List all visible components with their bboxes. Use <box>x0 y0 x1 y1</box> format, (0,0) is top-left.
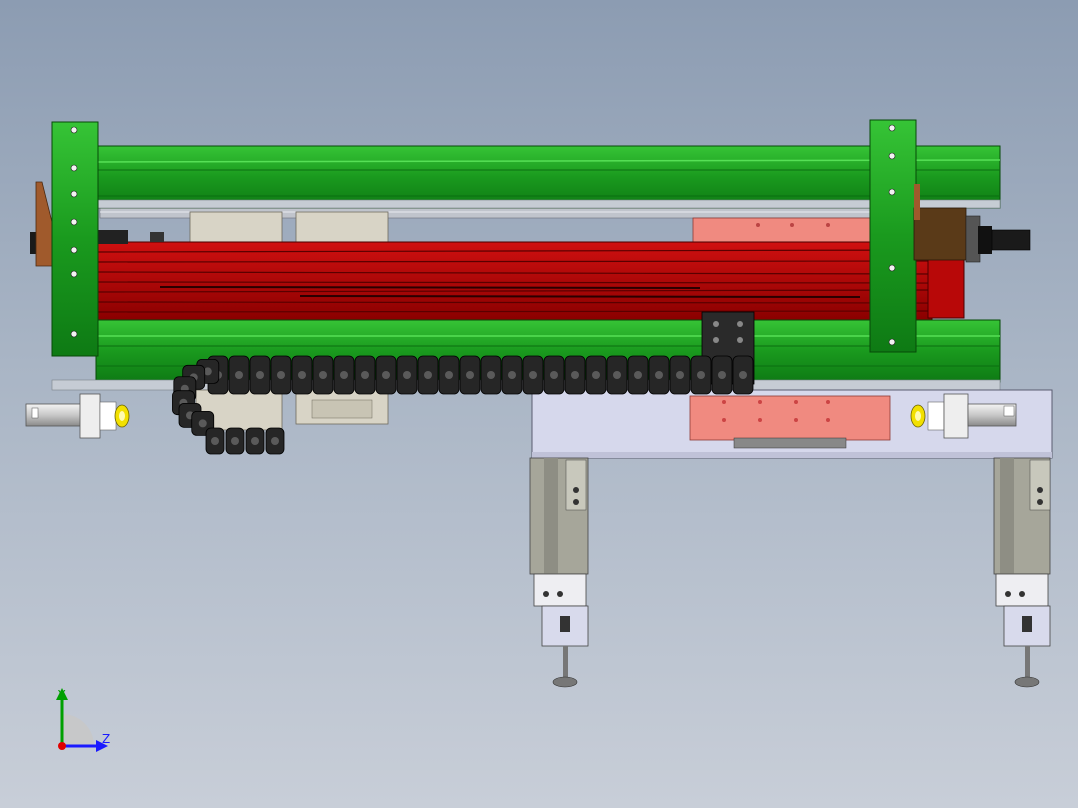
chain-link-pin <box>508 371 516 379</box>
chain-link-pin <box>529 371 537 379</box>
chain-link-pin <box>676 371 684 379</box>
left-end-plate <box>51 121 99 357</box>
chain-link-pin <box>445 371 453 379</box>
chain-link-pin <box>271 437 279 445</box>
chain-link-pin <box>231 437 239 445</box>
chain-link-pin <box>340 371 348 379</box>
pneumatic-cylinder <box>95 241 965 321</box>
right-end-plate <box>869 119 917 353</box>
chain-link-pin <box>487 371 495 379</box>
left-vertical-guide <box>529 457 589 688</box>
x-axis-origin <box>58 742 66 750</box>
chain-link-pin <box>718 371 726 379</box>
chain-link-pin <box>298 371 306 379</box>
assembly-model[interactable] <box>0 0 1078 808</box>
chain-link-pin <box>697 371 705 379</box>
chain-link-pin <box>655 371 663 379</box>
chain-link-pin <box>256 371 264 379</box>
chain-link-pin <box>211 437 219 445</box>
left-mount-bracket <box>35 181 53 267</box>
chain-link-pin <box>319 371 327 379</box>
chain-link-pin <box>403 371 411 379</box>
y-axis-label: Y <box>58 688 66 702</box>
chain-link-pin <box>251 437 259 445</box>
z-axis-label: Z <box>102 732 111 746</box>
chain-link-pin <box>634 371 642 379</box>
chain-link-pin <box>424 371 432 379</box>
chain-link-pin <box>550 371 558 379</box>
chain-link-pin <box>198 419 207 428</box>
left-guide-rod <box>25 393 130 439</box>
lower-slider-block <box>689 395 891 449</box>
chain-link-pin <box>277 371 285 379</box>
chain-link-pin <box>592 371 600 379</box>
chain-link-pin <box>361 371 369 379</box>
chain-link-pin <box>466 371 474 379</box>
chain-link-pin <box>571 371 579 379</box>
chain-link-pin <box>739 371 747 379</box>
lower-bearing-blocks <box>195 389 389 431</box>
chain-link-pin <box>235 371 243 379</box>
cad-viewport[interactable]: Y Z <box>0 0 1078 808</box>
chain-link-pin <box>613 371 621 379</box>
right-vertical-guide <box>993 457 1051 688</box>
upper-slider-block <box>692 217 874 243</box>
top-frame-bar <box>95 145 1001 209</box>
chain-link-pin <box>382 371 390 379</box>
